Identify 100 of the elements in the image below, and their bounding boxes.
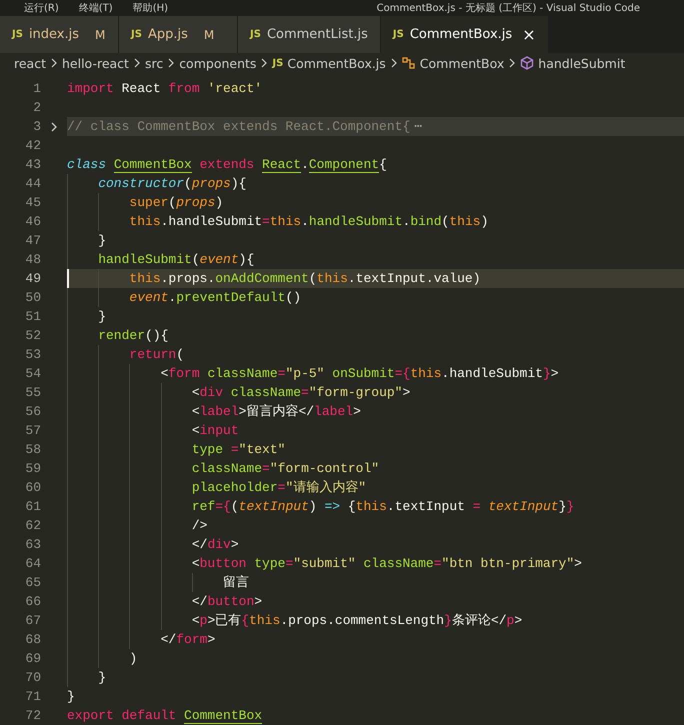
line-number: 57 (24, 423, 41, 438)
code-line: placeholder="请输入内容" (67, 478, 684, 497)
line-number: 68 (24, 632, 41, 647)
editor-tab[interactable]: JS App.js M (119, 16, 238, 53)
code-line: 留言 (67, 573, 684, 592)
line-number: 3 (32, 119, 41, 134)
line-number: 56 (24, 404, 41, 419)
code-line: import React from 'react' (67, 80, 264, 98)
line-number: 48 (24, 252, 41, 267)
line-number: 69 (24, 651, 41, 666)
editor-tab[interactable]: JS CommentBox.js × (380, 16, 549, 53)
line-number: 70 (24, 670, 41, 685)
line-number: 52 (24, 328, 41, 343)
code-line: <form className="p-5" onSubmit={this.handleSubmit}> (67, 364, 684, 383)
line-number: 43 (24, 157, 41, 172)
editor-tab[interactable]: JS CommentList.js (238, 16, 381, 53)
code-line: ref={(textInput) => {this.textInput = textInput}} (67, 497, 684, 516)
breadcrumb-item[interactable]: src (144, 56, 164, 70)
close-icon[interactable]: × (522, 25, 536, 44)
line-number: 2 (32, 100, 41, 115)
js-file-icon: JS (250, 29, 261, 40)
line-number: 67 (24, 613, 41, 628)
tab-label: index.js (28, 27, 80, 42)
tab-label: CommentList.js (266, 27, 368, 42)
line-number: 47 (24, 233, 41, 248)
line-number: 55 (24, 385, 41, 400)
code-line: event.preventDefault() (67, 288, 684, 307)
line-number: 63 (24, 537, 41, 552)
line-number: 50 (24, 290, 41, 305)
code-line: export default CommentBox (67, 707, 264, 725)
chevron-right-icon (390, 58, 398, 68)
code-line: } (67, 307, 684, 326)
line-number: 1 (32, 81, 41, 96)
code-line: ) (67, 649, 684, 668)
code-line: className="form-control" (67, 459, 684, 478)
breadcrumb-item[interactable]: CommentBox.js (287, 56, 386, 70)
tab-label: CommentBox.js (410, 27, 512, 42)
chevron-right-icon (50, 58, 58, 68)
code-line: type ="text" (67, 440, 684, 459)
code-line: } (67, 231, 684, 250)
code-line: this.handleSubmit=this.handleSubmit.bind(this) (67, 212, 684, 231)
line-number: 45 (24, 195, 41, 210)
code-line: </div> (67, 535, 684, 554)
breadcrumb-item[interactable]: handleSubmit (538, 56, 626, 70)
line-number: 42 (24, 138, 41, 153)
chevron-right-icon (167, 58, 176, 68)
code-line: super(props) (67, 193, 684, 212)
code-line: handleSubmit(event){ (67, 250, 684, 269)
line-number: 51 (24, 309, 41, 324)
chevron-right-icon (260, 58, 268, 68)
line-number: 59 (24, 461, 41, 476)
code-line: </form> (67, 630, 684, 649)
line-number: 64 (24, 556, 41, 571)
line-number: 62 (24, 518, 41, 533)
breadcrumb-item[interactable]: components (179, 56, 256, 70)
line-number: 46 (24, 214, 41, 229)
code-line: return( (67, 345, 684, 364)
breadcrumb-item[interactable]: hello-react (62, 56, 129, 70)
code-line: render(){ (67, 326, 684, 345)
code-line: <p>已有{this.props.commentsLength}条评论</p> (67, 611, 684, 630)
js-file-icon: JS (392, 29, 404, 40)
breadcrumb-item[interactable]: CommentBox (420, 56, 504, 70)
code-line: } (67, 668, 684, 687)
code-line: <div className="form-group"> (67, 383, 684, 402)
chevron-right-icon[interactable] (50, 120, 58, 132)
modified-label: M (204, 28, 214, 42)
menu-item[interactable]: 运行(R) (24, 1, 59, 15)
chevron-right-icon (132, 58, 141, 68)
menu-item[interactable]: 终端(T) (78, 1, 113, 15)
js-file-icon: JS (131, 29, 142, 40)
js-file-icon: JS (12, 29, 23, 40)
code-line: <label>留言内容</label> (67, 402, 684, 421)
breadcrumb-item[interactable]: react (14, 56, 46, 70)
line-number: 49 (24, 271, 41, 286)
class-icon (402, 56, 416, 70)
code-line: class CommentBox extends React.Component{ (67, 156, 388, 174)
code-line: } (67, 688, 76, 706)
line-number: 44 (24, 176, 41, 191)
modified-label: M (95, 28, 106, 42)
code-line: <button type="submit" className="btn btn-primary"> (67, 554, 684, 573)
code-line: </button> (67, 592, 684, 611)
line-number: 53 (24, 347, 41, 362)
code-line: <input (67, 421, 684, 440)
line-number: 71 (24, 689, 41, 704)
line-number: 72 (24, 708, 41, 723)
js-file-icon: JS (272, 58, 284, 68)
code-line: /> (67, 516, 684, 535)
line-number: 54 (24, 366, 41, 381)
menu-item[interactable]: 帮助(H) (132, 1, 168, 15)
line-number: 60 (24, 480, 41, 495)
code-line: constructor(props){ (67, 174, 684, 193)
line-number: 65 (24, 575, 41, 590)
line-number: 61 (24, 499, 41, 514)
tab-label: App.js (148, 27, 188, 42)
editor-tab[interactable]: JS index.js M (0, 16, 119, 53)
line-number: 58 (24, 442, 41, 457)
window-title: CommentBox.js - 无标题 (工作区) - Visual Studio Code (376, 2, 640, 15)
chevron-right-icon (508, 58, 516, 68)
line-number: 66 (24, 594, 41, 609)
cube-icon (520, 56, 534, 70)
